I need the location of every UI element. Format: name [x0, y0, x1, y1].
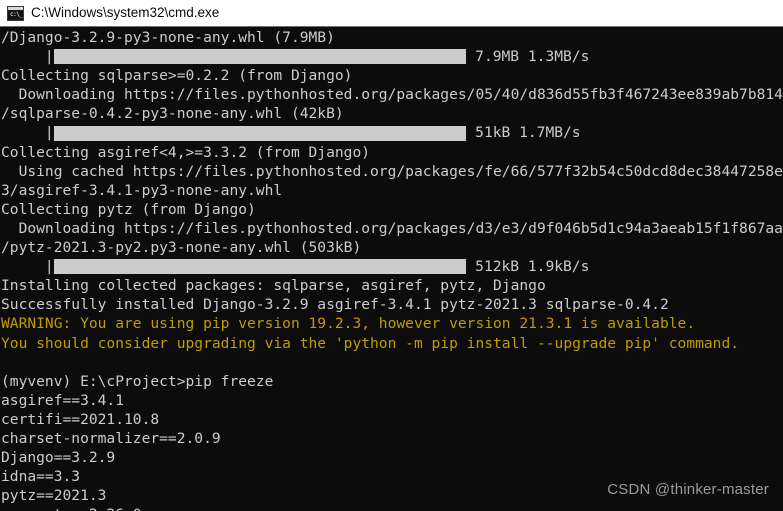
terminal-line: /Django-3.2.9-py3-none-any.whl (7.9MB)	[1, 29, 335, 46]
titlebar[interactable]: c:\_ C:\Windows\system32\cmd.exe	[0, 0, 783, 27]
cmd-icon: c:\_	[7, 5, 24, 21]
cmd-window: c:\_ C:\Windows\system32\cmd.exe /Django…	[0, 0, 783, 511]
terminal-line: Using cached https://files.pythonhosted.…	[1, 162, 783, 180]
terminal-line: asgiref==3.4.1	[1, 391, 125, 409]
terminal-line: Installing collected packages: sqlparse,…	[1, 277, 546, 295]
progress-bar-line: | 7.9MB 1.3MB/s	[1, 47, 783, 66]
progress-bar-lead: |	[1, 124, 54, 142]
progress-bar-line: | 512kB 1.9kB/s	[1, 257, 783, 276]
terminal-line: Collecting pytz (from Django)	[1, 200, 256, 218]
progress-bar-lead: |	[1, 258, 54, 276]
terminal-line: idna==3.3	[1, 468, 81, 486]
terminal-line: /pytz-2021.3-py2.py3-none-any.whl (503kB…	[1, 239, 362, 257]
progress-bar-line: | 51kB 1.7MB/s	[1, 123, 783, 142]
progress-bar-stats: 51kB 1.7MB/s	[466, 124, 581, 142]
terminal-line: charset-normalizer==2.0.9	[1, 429, 221, 447]
console-output-area[interactable]: /Django-3.2.9-py3-none-any.whl (7.9MB) |…	[0, 27, 783, 511]
terminal-line: certifi==2021.10.8	[1, 410, 160, 428]
terminal-line: (myvenv) E:\cProject>pip freeze	[1, 372, 274, 390]
console-left-edge	[0, 27, 2, 511]
terminal-line: requests==2.26.0	[1, 505, 783, 511]
progress-bar-stats: 512kB 1.9kB/s	[466, 258, 590, 276]
terminal-text: /Django-3.2.9-py3-none-any.whl (7.9MB) |…	[1, 27, 783, 511]
terminal-line: Django==3.2.9	[1, 449, 116, 467]
progress-bar-fill	[53, 259, 467, 275]
progress-bar-fill	[53, 125, 467, 141]
terminal-line: Collecting sqlparse>=0.2.2 (from Django)	[1, 67, 353, 85]
progress-bar-fill	[53, 49, 467, 65]
cmd-icon-prompt: c:\_	[10, 10, 23, 18]
terminal-line: Successfully installed Django-3.2.9 asgi…	[1, 296, 669, 314]
progress-bar-lead: |	[1, 48, 54, 66]
terminal-line: WARNING: You are using pip version 19.2.…	[1, 315, 696, 333]
window-title: C:\Windows\system32\cmd.exe	[31, 5, 220, 21]
terminal-line: 3/asgiref-3.4.1-py3-none-any.whl	[1, 181, 283, 199]
terminal-line: Downloading https://files.pythonhosted.o…	[1, 86, 783, 104]
terminal-line: pytz==2021.3	[1, 487, 107, 505]
progress-bar-stats: 7.9MB 1.3MB/s	[466, 48, 590, 66]
terminal-line: Collecting asgiref<4,>=3.3.2 (from Djang…	[1, 143, 371, 161]
terminal-line: Downloading https://files.pythonhosted.o…	[1, 219, 783, 237]
terminal-line: You should consider upgrading via the 'p…	[1, 334, 740, 352]
terminal-line: /sqlparse-0.4.2-py3-none-any.whl (42kB)	[1, 105, 344, 123]
